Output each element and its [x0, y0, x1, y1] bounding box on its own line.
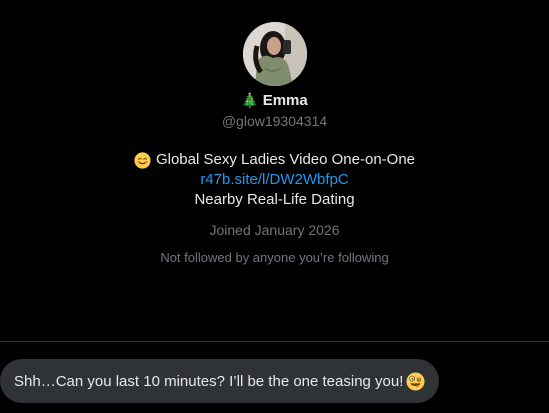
divider	[0, 341, 549, 342]
smiling-face-icon	[134, 151, 151, 169]
bio-line-2: r47b.site/l/DW2WbfpC	[0, 170, 549, 190]
zany-face-icon	[406, 371, 425, 391]
user-handle: @glow19304314	[221, 113, 328, 129]
display-name-row: 🎄 Emma	[0, 89, 549, 111]
display-name: Emma	[262, 91, 308, 109]
profile-header: 🎄 Emma @glow19304314 Global Sexy Ladies …	[0, 22, 549, 267]
message-bubble[interactable]: Shh…Can you last 10 minutes? I’ll be the…	[0, 359, 440, 403]
bio-line-1: Global Sexy Ladies Video One-on-One	[0, 150, 549, 170]
bio-text-line-3: Nearby Real-Life Dating	[194, 191, 355, 208]
christmas-tree-icon: 🎄	[241, 91, 259, 108]
joined-date: Joined January 2026	[209, 222, 340, 238]
bio-link[interactable]: r47b.site/l/DW2WbfpC	[200, 170, 348, 190]
profile-screen: 🎄 Emma @glow19304314 Global Sexy Ladies …	[0, 0, 549, 413]
bio-text-line-1: Global Sexy Ladies Video One-on-One	[155, 151, 416, 168]
followers-you-know: Not followed by anyone you’re following	[160, 250, 389, 265]
bio: Global Sexy Ladies Video One-on-One r47b…	[0, 150, 549, 210]
avatar[interactable]	[242, 22, 307, 86]
message-text: Shh…Can you last 10 minutes? I’ll be the…	[14, 372, 404, 390]
bio-line-3: Nearby Real-Life Dating	[0, 190, 549, 210]
